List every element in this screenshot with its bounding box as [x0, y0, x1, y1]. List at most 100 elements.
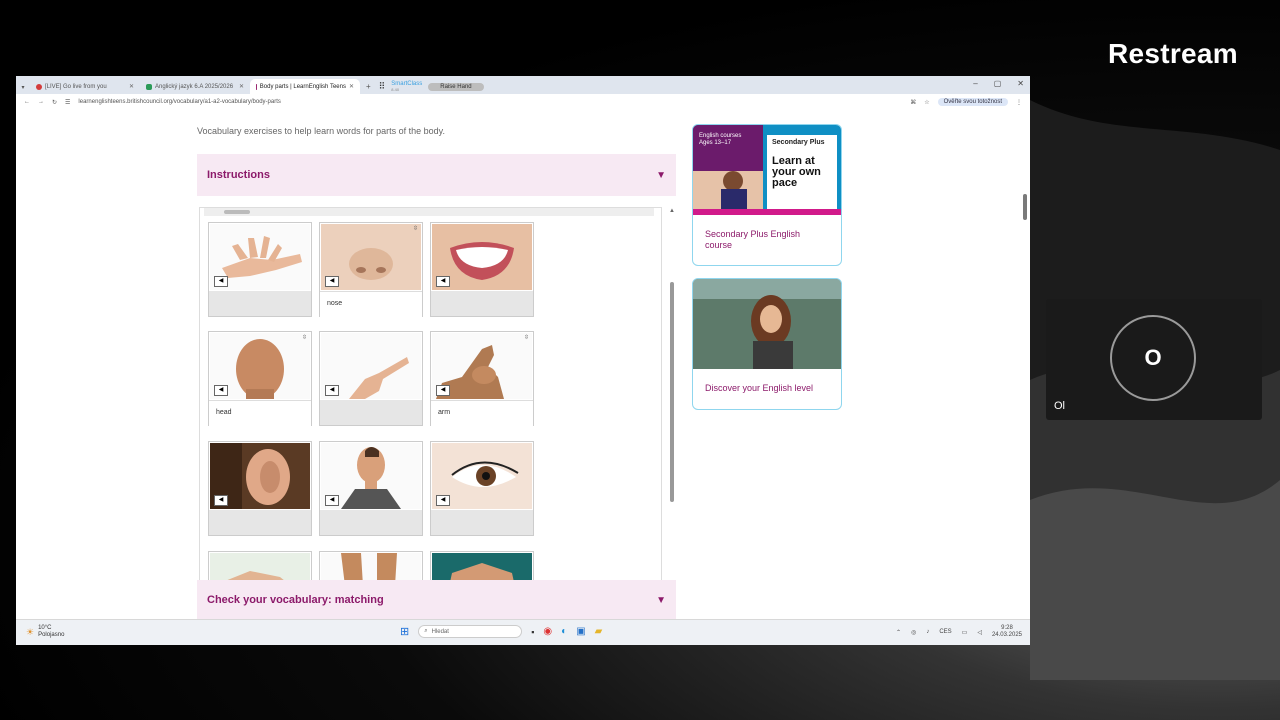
weather-widget[interactable]: ☀ 10°C Polojasno	[26, 625, 64, 639]
word-card[interactable]: ◀	[208, 441, 312, 536]
chevron-down-icon[interactable]: ▼	[656, 595, 666, 606]
toolbar-handle	[224, 210, 250, 214]
url-field[interactable]: learnenglishteens.britishcouncil.org/voc…	[78, 99, 902, 105]
speaker-icon[interactable]: ◀	[325, 385, 339, 396]
search-icon: ⌕	[424, 628, 428, 634]
raise-hand-button[interactable]: Raise Hand	[428, 82, 484, 91]
page-scroll-thumb[interactable]	[1023, 194, 1027, 220]
page-scrollbar[interactable]	[1022, 154, 1029, 644]
new-tab-icon[interactable]: +	[366, 82, 371, 91]
word-card[interactable]: ◀ ⇳ arm	[430, 331, 534, 426]
weather-temp: 10°C	[38, 625, 52, 631]
answer-drop-slot[interactable]	[431, 510, 533, 535]
speaker-icon[interactable]: ◀	[214, 495, 228, 506]
browser-window: ▾ [LIVE] Go live from you ✕ Anglický jaz…	[16, 76, 1030, 645]
speaker-icon[interactable]: ◀	[325, 276, 339, 287]
matching-exercise: ◀◀⇳nose◀◀⇳head◀◀⇳arm◀◀◀◀◀◀	[199, 207, 662, 589]
chevron-down-icon[interactable]: ▼	[656, 170, 666, 181]
speaker-icon[interactable]: ◀	[436, 495, 450, 506]
maximize-icon[interactable]: ▢	[994, 79, 1002, 88]
verify-identity-button[interactable]: Ověřte svou totožnost	[937, 98, 1008, 106]
classroom-icon	[146, 83, 152, 90]
answer-drop-slot[interactable]	[209, 291, 311, 316]
system-tray: ⌃ ◎ ♪ CES ▭ ◁ 9:28 24.03.2025	[896, 625, 1022, 639]
word-card[interactable]: ◀	[319, 441, 423, 536]
file-explorer-icon[interactable]: ▰	[595, 626, 603, 637]
word-card[interactable]: ◀ ⇳ nose	[319, 222, 423, 317]
answer-drop-slot[interactable]	[431, 291, 533, 316]
answer-drop-slot[interactable]: arm	[431, 400, 533, 426]
apps-grid-icon[interactable]: ⠿	[379, 81, 386, 92]
drag-handle-icon[interactable]: ⇳	[302, 334, 307, 341]
site-info-icon[interactable]: ☰	[65, 99, 70, 106]
answer-word[interactable]: arm	[438, 409, 450, 416]
tab-menu-icon[interactable]: ▾	[16, 84, 30, 91]
word-card[interactable]: ◀ ⇳ head	[208, 331, 312, 426]
speaker-icon[interactable]: ◀	[214, 385, 228, 396]
tray-expand-icon[interactable]: ⌃	[896, 629, 901, 636]
word-card[interactable]: ◀	[430, 222, 534, 317]
promo-link-english-level[interactable]: Discover your English level	[705, 383, 813, 394]
exercise-scroll-thumb[interactable]	[670, 282, 674, 502]
word-card[interactable]: ◀	[208, 222, 312, 317]
promo-english-level-image	[693, 279, 841, 369]
record-icon	[36, 83, 42, 90]
close-tab-icon[interactable]: ✕	[349, 83, 354, 90]
site-icon	[256, 83, 257, 90]
speaker-icon[interactable]: ◀	[325, 495, 339, 506]
volume-icon[interactable]: ◁	[977, 629, 982, 636]
body-part-image: ◀	[210, 333, 310, 399]
instructions-label: Instructions	[207, 169, 270, 181]
chrome-icon[interactable]: ◉	[543, 626, 552, 637]
body-part-image: ◀	[432, 443, 532, 509]
answer-drop-slot[interactable]: nose	[320, 291, 422, 317]
translate-icon[interactable]: ⌘	[910, 99, 916, 106]
answer-drop-slot[interactable]	[209, 510, 311, 535]
scroll-up-icon[interactable]: ▲	[669, 208, 675, 214]
reload-icon[interactable]: ↻	[52, 99, 57, 106]
task-view-icon[interactable]: ▪	[531, 627, 534, 637]
answer-drop-slot[interactable]: head	[209, 400, 311, 426]
edge-icon[interactable]: ◐	[561, 626, 567, 637]
answer-word[interactable]: nose	[327, 300, 342, 307]
close-window-icon[interactable]: ✕	[1017, 79, 1024, 88]
store-icon[interactable]: ▣	[576, 626, 585, 637]
windows-start-icon[interactable]: ⊞	[400, 625, 409, 638]
microphone-icon[interactable]: ♪	[926, 629, 929, 635]
word-card[interactable]: ◀	[319, 331, 423, 426]
forward-icon[interactable]: →	[38, 99, 44, 105]
promo-ages: Ages 13–17	[699, 140, 732, 146]
speaker-icon[interactable]: ◀	[436, 276, 450, 287]
network-icon[interactable]: ▭	[962, 629, 968, 636]
speaker-icon[interactable]: ◀	[436, 385, 450, 396]
tab-live[interactable]: [LIVE] Go live from you ✕	[30, 79, 140, 94]
word-card[interactable]: ◀	[430, 441, 534, 536]
body-part-image: ◀	[321, 224, 421, 290]
speaker-icon[interactable]: ◀	[214, 276, 228, 287]
promo-link-secondary-plus[interactable]: Secondary Plus English course	[705, 229, 815, 251]
answer-drop-slot[interactable]	[320, 400, 422, 425]
tab-class[interactable]: Anglický jazyk 6.A 2025/2026 ✕	[140, 79, 250, 94]
close-tab-icon[interactable]: ✕	[129, 83, 134, 90]
drag-handle-icon[interactable]: ⇳	[524, 334, 529, 341]
bookmark-star-icon[interactable]: ☆	[924, 99, 929, 106]
menu-dots-icon[interactable]: ⋮	[1016, 99, 1022, 106]
participant-avatar: O	[1110, 315, 1196, 401]
drag-handle-icon[interactable]: ⇳	[413, 225, 418, 232]
answer-drop-slot[interactable]	[320, 510, 422, 535]
minimize-icon[interactable]: –	[973, 79, 977, 88]
close-tab-icon[interactable]: ✕	[239, 83, 244, 90]
promo-english-level[interactable]: Discover your English level	[692, 278, 842, 410]
exercise-scrollbar[interactable]: ▲ ▼	[667, 208, 677, 586]
language-indicator[interactable]: CES	[939, 629, 951, 635]
restream-logo: Restream	[1107, 38, 1238, 69]
answer-word[interactable]: head	[216, 409, 232, 416]
tab-body-parts[interactable]: Body parts | LearnEnglish Teens ✕	[250, 79, 360, 94]
check-vocabulary-accordion[interactable]: Check your vocabulary: matching ▼	[197, 580, 676, 620]
promo-secondary-plus[interactable]: English courses Ages 13–17 Secondary Plu…	[692, 124, 842, 266]
clock[interactable]: 9:28 24.03.2025	[992, 625, 1022, 639]
instructions-accordion[interactable]: Instructions ▼	[197, 154, 676, 196]
back-icon[interactable]: ←	[24, 99, 30, 105]
camera-icon[interactable]: ◎	[911, 629, 916, 636]
taskbar-search[interactable]: ⌕ Hledat	[418, 625, 523, 638]
